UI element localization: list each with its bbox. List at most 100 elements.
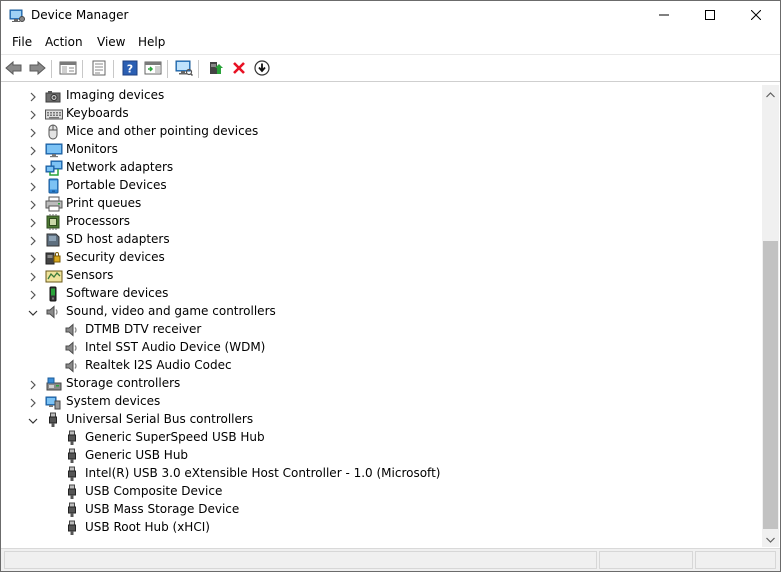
tree-item-label: Intel SST Audio Device (WDM) — [85, 340, 266, 354]
close-button[interactable] — [733, 1, 779, 31]
enable-device-button[interactable] — [252, 59, 272, 79]
tree-item-label: SD host adapters — [66, 232, 170, 246]
properties-button[interactable] — [89, 59, 109, 79]
forward-button[interactable] — [27, 59, 47, 79]
svg-text:?: ? — [127, 62, 133, 75]
tree-category-row[interactable]: Sensors — [3, 267, 759, 285]
tree-item-label: Print queues — [66, 196, 142, 210]
tree-category-row[interactable]: Software devices — [3, 285, 759, 303]
menu-action[interactable]: Action — [45, 35, 83, 49]
menu-help[interactable]: Help — [138, 35, 165, 49]
device-tree[interactable]: Imaging devices Keyboards Mice and other p… — [3, 85, 761, 545]
tree-device-row[interactable]: Intel(R) USB 3.0 eXtensible Host Control… — [3, 465, 759, 483]
title-bar[interactable]: Device Manager — [1, 1, 780, 32]
tree-item-label: Imaging devices — [66, 88, 165, 102]
tree-category-row[interactable]: Processors — [3, 213, 759, 231]
window-title: Device Manager — [31, 8, 129, 22]
usb-icon — [64, 466, 80, 482]
back-button[interactable] — [4, 59, 24, 79]
chevron-right-icon[interactable] — [28, 181, 38, 192]
chevron-right-icon[interactable] — [28, 235, 38, 246]
tree-item-label: Software devices — [66, 286, 169, 300]
tree-item-label: Sensors — [66, 268, 114, 282]
chevron-right-icon[interactable] — [28, 109, 38, 120]
minimize-icon — [659, 9, 669, 23]
tree-device-row[interactable]: Realtek I2S Audio Codec — [3, 357, 759, 375]
speaker-icon — [64, 340, 80, 356]
chevron-right-icon[interactable] — [28, 127, 38, 138]
maximize-button[interactable] — [687, 1, 733, 31]
back-icon — [5, 60, 23, 79]
maximize-icon — [705, 9, 715, 23]
tree-item-label: Portable Devices — [66, 178, 167, 192]
chevron-right-icon[interactable] — [28, 163, 38, 174]
scan-hardware-button[interactable] — [174, 59, 194, 79]
processor-icon — [45, 214, 61, 230]
tree-category-row[interactable]: Storage controllers — [3, 375, 759, 393]
toolbar-separator — [51, 60, 52, 78]
tree-category-row[interactable]: Print queues — [3, 195, 759, 213]
action-pane-button[interactable] — [143, 59, 163, 79]
camera-icon — [45, 88, 61, 104]
tree-item-label: Generic SuperSpeed USB Hub — [85, 430, 265, 444]
usb-icon — [45, 412, 61, 428]
tree-device-row[interactable]: USB Root Hub (xHCI) — [3, 519, 759, 537]
sd-card-icon — [45, 232, 61, 248]
tree-item-label: USB Composite Device — [85, 484, 223, 498]
help-button[interactable]: ? — [120, 59, 140, 79]
vertical-scrollbar[interactable] — [762, 85, 779, 547]
usb-icon — [64, 484, 80, 500]
status-pane-secondary — [599, 551, 693, 569]
tree-item-label: System devices — [66, 394, 161, 408]
tree-category-row[interactable]: Network adapters — [3, 159, 759, 177]
security-device-icon — [45, 250, 61, 266]
tree-category-row[interactable]: SD host adapters — [3, 231, 759, 249]
tree-category-row[interactable]: Sound, video and game controllers — [3, 303, 759, 321]
tree-category-row[interactable]: Security devices — [3, 249, 759, 267]
chevron-right-icon[interactable] — [28, 289, 38, 300]
update-driver-button[interactable] — [205, 59, 225, 79]
tree-category-row[interactable]: Universal Serial Bus controllers — [3, 411, 759, 429]
minimize-button[interactable] — [641, 1, 687, 31]
chevron-right-icon[interactable] — [28, 397, 38, 408]
chevron-right-icon[interactable] — [28, 271, 38, 282]
tree-category-row[interactable]: Portable Devices — [3, 177, 759, 195]
tree-category-row[interactable]: Imaging devices — [3, 87, 759, 105]
tree-item-label: Sound, video and game controllers — [66, 304, 276, 318]
uninstall-device-button[interactable] — [229, 59, 249, 79]
menu-view[interactable]: View — [97, 35, 125, 49]
scroll-up-button[interactable] — [762, 85, 779, 102]
toolbar: ? — [1, 54, 780, 82]
tree-device-row[interactable]: Intel SST Audio Device (WDM) — [3, 339, 759, 357]
speaker-icon — [64, 358, 80, 374]
toolbar-separator — [82, 60, 83, 78]
tree-device-row[interactable]: Generic USB Hub — [3, 447, 759, 465]
close-icon — [750, 9, 762, 23]
chevron-right-icon[interactable] — [28, 145, 38, 156]
chevron-down-icon[interactable] — [28, 307, 38, 317]
tree-device-row[interactable]: Generic SuperSpeed USB Hub — [3, 429, 759, 447]
scroll-down-button[interactable] — [762, 530, 779, 547]
tree-device-row[interactable]: USB Mass Storage Device — [3, 501, 759, 519]
chevron-down-icon[interactable] — [28, 415, 38, 425]
chevron-right-icon[interactable] — [28, 199, 38, 210]
scroll-thumb[interactable] — [763, 241, 778, 529]
tree-item-label: Keyboards — [66, 106, 129, 120]
menu-bar: File Action View Help — [1, 32, 780, 53]
monitor-icon — [45, 142, 63, 158]
tree-category-row[interactable]: Keyboards — [3, 105, 759, 123]
tree-item-label: Universal Serial Bus controllers — [66, 412, 254, 426]
chevron-right-icon[interactable] — [28, 91, 38, 102]
show-hide-console-tree-button[interactable] — [58, 59, 78, 79]
uninstall-icon — [232, 61, 246, 78]
mouse-icon — [45, 124, 61, 140]
tree-category-row[interactable]: Monitors — [3, 141, 759, 159]
tree-device-row[interactable]: USB Composite Device — [3, 483, 759, 501]
chevron-right-icon[interactable] — [28, 253, 38, 264]
menu-file[interactable]: File — [12, 35, 32, 49]
tree-device-row[interactable]: DTMB DTV receiver — [3, 321, 759, 339]
tree-category-row[interactable]: Mice and other pointing devices — [3, 123, 759, 141]
tree-category-row[interactable]: System devices — [3, 393, 759, 411]
chevron-right-icon[interactable] — [28, 217, 38, 228]
chevron-right-icon[interactable] — [28, 379, 38, 390]
